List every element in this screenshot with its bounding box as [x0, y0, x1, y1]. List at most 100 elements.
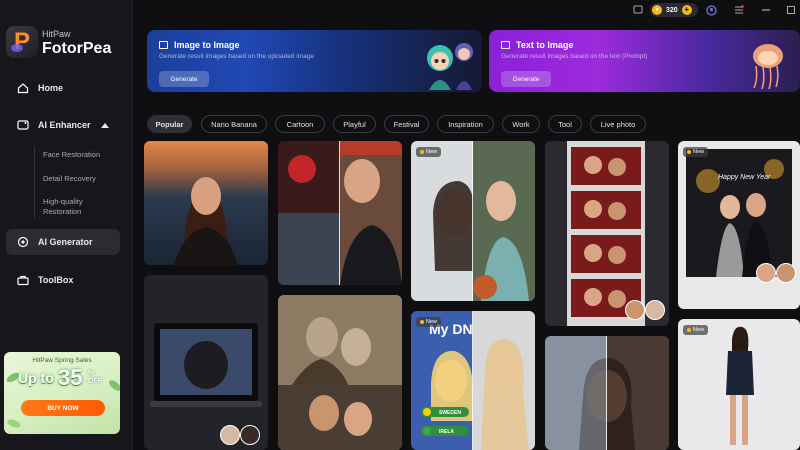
avatar	[240, 425, 260, 445]
avatar	[756, 263, 776, 283]
gallery-card-vintage-couple[interactable]	[278, 295, 402, 450]
split-divider	[472, 311, 473, 450]
category-inspiration[interactable]: Inspiration	[437, 115, 494, 133]
banner-description: Generate result images based on the uplo…	[159, 53, 315, 60]
leaf-decoration	[107, 378, 120, 393]
text-icon	[501, 41, 510, 49]
promo-up-to: Up to	[18, 370, 54, 386]
banner-title: Image to Image	[174, 40, 240, 50]
avatar	[625, 300, 645, 320]
new-badge: New	[683, 147, 709, 157]
gallery-card-laptop[interactable]	[144, 275, 268, 450]
submenu-line	[34, 146, 35, 218]
sidebar-subitem-detail-recovery[interactable]: Detail Recovery	[43, 174, 96, 184]
menu-icon[interactable]	[733, 4, 745, 16]
category-live-photo[interactable]: Live photo	[590, 115, 646, 133]
sidebar-item-label: AI Enhancer	[38, 120, 91, 130]
sidebar-item-home[interactable]: Home	[6, 75, 120, 101]
brand-product: FotorPea	[42, 40, 112, 57]
account-icon[interactable]	[705, 4, 717, 16]
avatar	[645, 300, 665, 320]
promo-number: 35	[58, 365, 83, 390]
gallery-card-fashion[interactable]: New	[678, 319, 800, 450]
banner-title-row: Image to Image	[159, 40, 240, 50]
category-work[interactable]: Work	[502, 115, 540, 133]
split-divider	[606, 336, 607, 450]
sidebar: P HitPaw FotorPea Home AI Enhancer Face …	[0, 0, 133, 450]
sidebar-item-label: Home	[38, 83, 64, 93]
new-badge: New	[416, 147, 442, 157]
split-divider	[339, 141, 340, 285]
gallery-card-split-portrait[interactable]	[545, 336, 669, 450]
avatar	[220, 425, 240, 445]
coin-icon: ●	[652, 5, 662, 15]
promo-percent: % OFF	[88, 370, 102, 386]
vintage-couple-photo	[278, 295, 402, 450]
category-playful[interactable]: Playful	[333, 115, 376, 133]
image-enhance-icon	[17, 119, 29, 131]
gallery-card-my-dna[interactable]: My DN SWEDEN IRELA New	[411, 311, 535, 450]
sidebar-subitem-face-restoration[interactable]: Face Restoration	[43, 150, 100, 160]
toolbox-icon	[17, 274, 29, 286]
sidebar-item-label: ToolBox	[38, 275, 74, 285]
sidebar-item-ai-enhancer[interactable]: AI Enhancer	[6, 112, 120, 138]
text-to-image-banner[interactable]: Text to Image Generate result images bas…	[489, 30, 800, 92]
new-year-text: Happy New Year	[718, 174, 771, 181]
minimize-icon[interactable]	[760, 4, 772, 16]
sidebar-subitem-high-quality[interactable]: High-quality	[43, 197, 83, 207]
promo-banner[interactable]: HitPaw Spring Sales Up to 35 % OFF BUY N…	[4, 352, 120, 434]
generate-button[interactable]: Generate	[159, 71, 209, 87]
chevron-up-icon	[100, 122, 109, 128]
add-credits-icon[interactable]: +	[681, 5, 692, 15]
banner-title: Text to Image	[516, 40, 574, 50]
jellyfish-illustration	[753, 44, 783, 90]
portrait-photo	[174, 177, 238, 265]
sidebar-item-toolbox[interactable]: ToolBox	[6, 267, 120, 293]
promo-off: OFF	[88, 378, 102, 385]
split-divider	[472, 141, 473, 301]
image-to-image-banner[interactable]: Image to Image Generate result images ba…	[147, 30, 482, 92]
sweden-label: SWEDEN	[439, 410, 461, 416]
avatar	[776, 263, 796, 283]
brand-company: HitPaw	[42, 29, 71, 39]
home-icon	[17, 82, 29, 94]
new-badge: New	[416, 317, 442, 327]
sidebar-subitem-restoration[interactable]: Restoration	[43, 207, 81, 217]
sidebar-item-ai-generator[interactable]: AI Generator	[6, 229, 120, 255]
gallery-card-sunset-portrait[interactable]	[144, 141, 268, 265]
promo-percent-sign: %	[88, 370, 95, 377]
gallery-card-selfie[interactable]: New	[411, 141, 535, 301]
generate-button[interactable]: Generate	[501, 71, 551, 87]
banner-title-row: Text to Image	[501, 40, 573, 50]
gallery-card-new-year[interactable]: Happy New Year New	[678, 141, 800, 309]
new-badge: New	[683, 325, 709, 335]
gallery-card-split-festive[interactable]	[278, 141, 402, 285]
category-festival[interactable]: Festival	[384, 115, 429, 133]
sidebar-item-label: AI Generator	[38, 237, 93, 247]
image-icon	[159, 41, 168, 49]
buy-now-button[interactable]: BUY NOW	[21, 400, 105, 416]
category-tool[interactable]: Tool	[548, 115, 582, 133]
photobooth-strip	[567, 141, 645, 326]
feedback-icon[interactable]	[632, 4, 644, 16]
promo-title: HitPaw Spring Sales	[32, 357, 92, 364]
category-cartoon[interactable]: Cartoon	[275, 115, 325, 133]
credits-badge[interactable]: ● 320 +	[650, 3, 698, 17]
split-photo	[278, 141, 402, 285]
category-nano-banana[interactable]: Nano Banana	[201, 115, 267, 133]
fashion-model-photo	[726, 326, 754, 445]
credits-count: 320	[666, 6, 678, 14]
gallery-card-photobooth[interactable]	[545, 141, 669, 326]
ai-generator-icon	[17, 236, 29, 248]
leaf-decoration	[6, 417, 22, 430]
split-portrait-photo	[545, 336, 669, 450]
maximize-icon[interactable]	[785, 4, 797, 16]
laptop-photo	[150, 323, 262, 407]
category-popular[interactable]: Popular	[147, 115, 192, 133]
app-window: P HitPaw FotorPea Home AI Enhancer Face …	[0, 0, 800, 450]
new-year-photo	[686, 149, 792, 277]
selfie-photo	[411, 141, 535, 301]
ireland-label: IRELA	[439, 429, 454, 435]
app-logo: P	[6, 26, 38, 58]
cartoon-character-illustration	[427, 43, 473, 90]
